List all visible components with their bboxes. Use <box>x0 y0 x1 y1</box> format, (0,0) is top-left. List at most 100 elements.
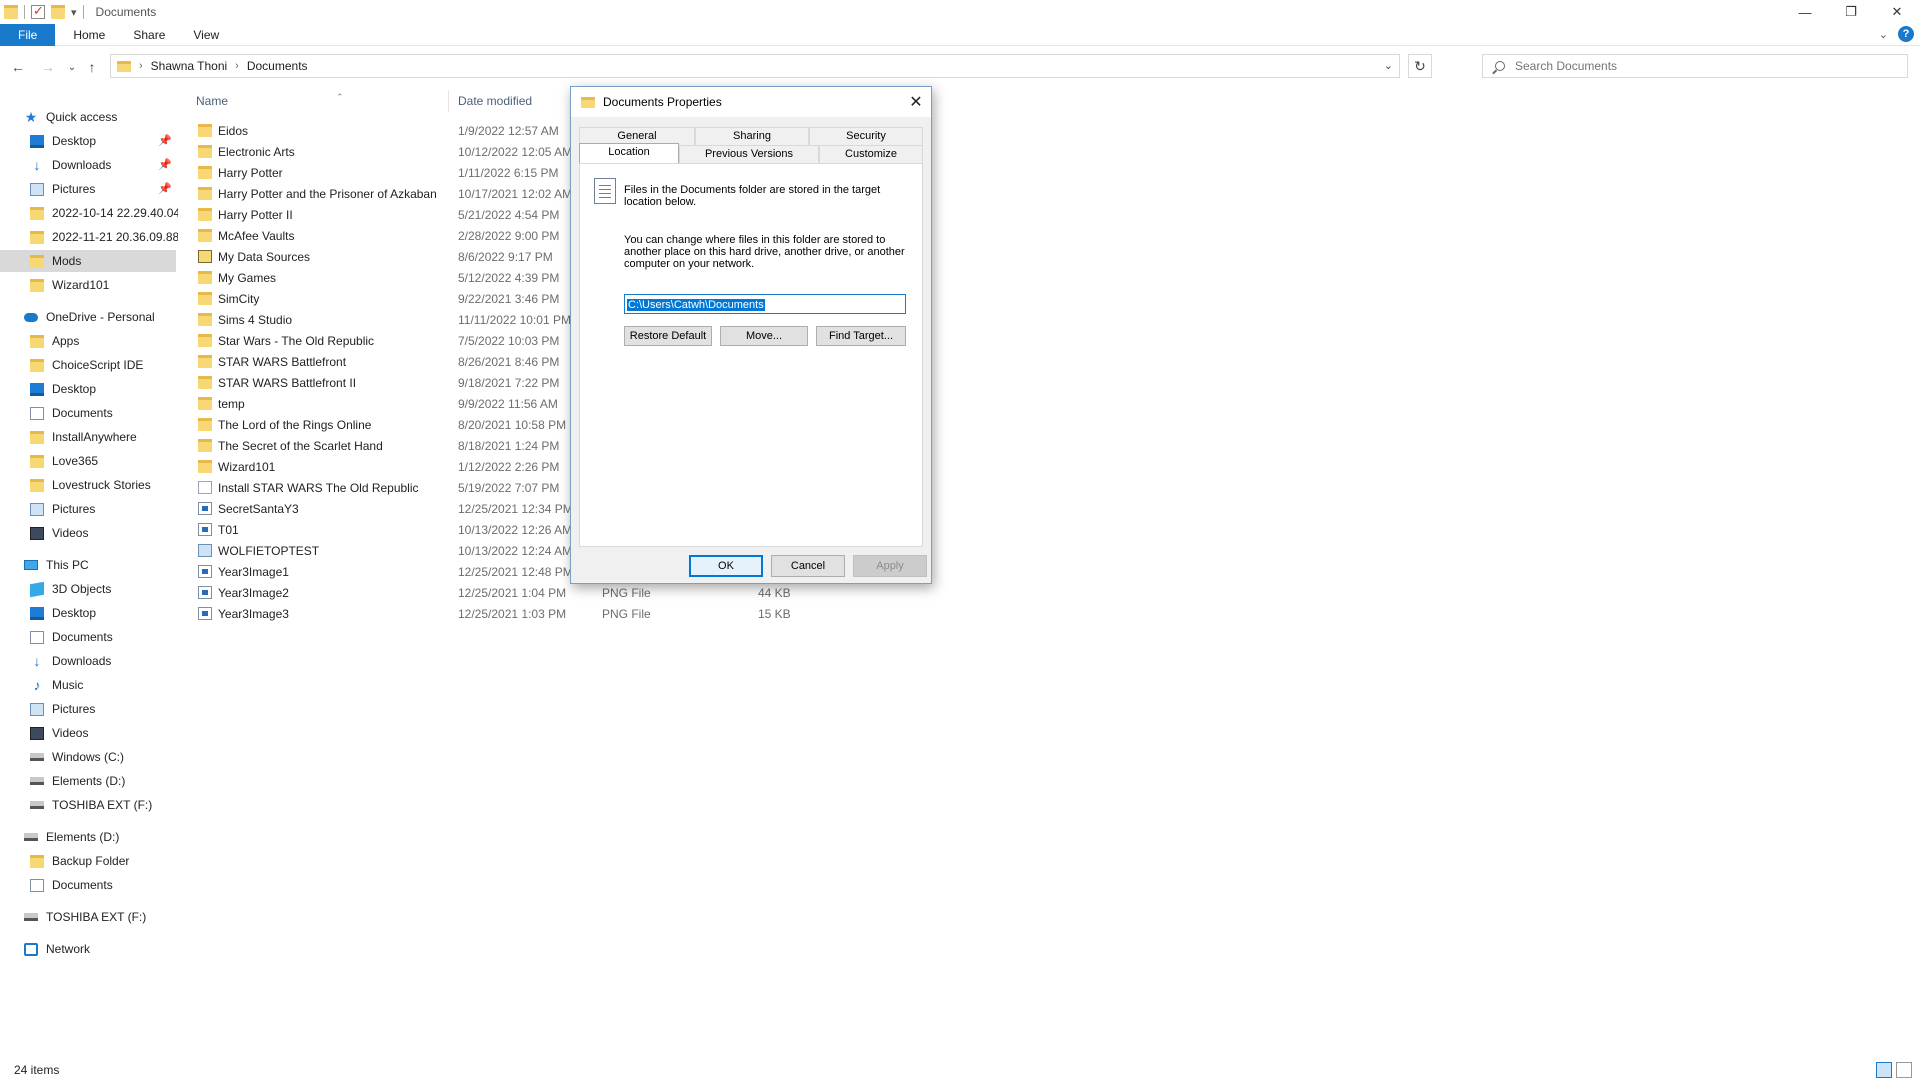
sidebar-item-onedrive-documents[interactable]: Documents <box>30 402 178 424</box>
table-row[interactable]: My Games 5/12/2022 4:39 PM <box>178 267 1920 288</box>
table-row[interactable]: Harry Potter 1/11/2022 6:15 PM <box>178 162 1920 183</box>
table-row[interactable]: T01 10/13/2022 12:26 AM <box>178 519 1920 540</box>
sidebar-item-love365[interactable]: Love365 <box>30 450 178 472</box>
table-row[interactable]: Eidos 1/9/2022 12:57 AM <box>178 120 1920 141</box>
breadcrumb-chevron-icon[interactable]: › <box>139 60 143 72</box>
sidebar-item-network[interactable]: Network <box>24 938 178 960</box>
sidebar-item-onedrive-videos[interactable]: Videos <box>30 522 178 544</box>
table-row[interactable]: Star Wars - The Old Republic 7/5/2022 10:… <box>178 330 1920 351</box>
sidebar-item-pc-desktop[interactable]: Desktop <box>30 602 178 624</box>
sidebar-item-pc-downloads[interactable]: ↓ Downloads <box>30 650 178 672</box>
refresh-button[interactable]: ↻ <box>1408 54 1432 78</box>
address-dropdown-chevron-icon[interactable]: ⌄ <box>1384 59 1393 72</box>
sidebar-item-pc-videos[interactable]: Videos <box>30 722 178 744</box>
new-folder-icon[interactable] <box>51 5 65 19</box>
expand-ribbon-chevron-icon[interactable]: ⌄ <box>1879 28 1888 41</box>
properties-icon[interactable] <box>31 3 45 19</box>
close-button[interactable]: ✕ <box>1874 0 1920 24</box>
tab-home[interactable]: Home <box>59 24 119 46</box>
table-row[interactable]: The Lord of the Rings Online 8/20/2021 10… <box>178 414 1920 435</box>
sidebar-item-quick-access[interactable]: ★ Quick access <box>24 106 174 128</box>
sidebar-item-pictures[interactable]: Pictures 📌 <box>30 178 178 200</box>
breadcrumb-documents[interactable]: Documents <box>247 59 308 73</box>
column-divider[interactable] <box>448 90 449 112</box>
restore-default-button[interactable]: Restore Default <box>624 326 712 346</box>
tab-previous-versions[interactable]: Previous Versions <box>679 145 819 163</box>
table-row[interactable]: Harry Potter II 5/21/2022 4:54 PM <box>178 204 1920 225</box>
sidebar-item-music[interactable]: ♪ Music <box>30 674 178 696</box>
table-row[interactable]: temp 9/9/2022 11:56 AM <box>178 393 1920 414</box>
sidebar-item-onedrive-pictures[interactable]: Pictures <box>30 498 178 520</box>
table-row[interactable]: SimCity 9/22/2021 3:46 PM <box>178 288 1920 309</box>
sidebar-item-toshiba-f[interactable]: TOSHIBA EXT (F:) <box>30 794 178 816</box>
address-bar[interactable]: › Shawna Thoni › Documents ⌄ <box>110 54 1400 78</box>
location-path-input[interactable]: C:\Users\Catwh\Documents <box>624 294 906 314</box>
sidebar-item-folder-2022-10-14[interactable]: 2022-10-14 22.29.40.046 <box>30 202 178 224</box>
sidebar-item-choicescript-ide[interactable]: ChoiceScript IDE <box>30 354 178 376</box>
table-row[interactable]: Year3Image3 12/25/2021 1:03 PM PNG File 15 … <box>178 603 1920 624</box>
sidebar-item-windows-c[interactable]: Windows (C:) <box>30 746 178 768</box>
sidebar-item-onedrive[interactable]: OneDrive - Personal <box>24 306 178 328</box>
maximize-button[interactable]: ❐ <box>1828 0 1874 24</box>
tab-view[interactable]: View <box>179 24 233 46</box>
table-row[interactable]: Install STAR WARS The Old Republic 5/19/2… <box>178 477 1920 498</box>
help-icon[interactable]: ? <box>1898 26 1914 42</box>
up-arrow-icon[interactable]: ↑ <box>80 55 104 79</box>
large-icons-view-icon[interactable] <box>1896 1062 1912 1078</box>
table-row[interactable]: My Data Sources 8/6/2022 9:17 PM <box>178 246 1920 267</box>
minimize-button[interactable]: — <box>1782 0 1828 24</box>
table-row[interactable]: Year3Image1 12/25/2021 12:48 PM <box>178 561 1920 582</box>
sidebar-item-onedrive-desktop[interactable]: Desktop <box>30 378 178 400</box>
sidebar-item-3d-objects[interactable]: 3D Objects <box>30 578 178 600</box>
table-row[interactable]: STAR WARS Battlefront 8/26/2021 8:46 PM <box>178 351 1920 372</box>
table-row[interactable]: STAR WARS Battlefront II 9/18/2021 7:22 P… <box>178 372 1920 393</box>
dialog-close-icon[interactable]: ✕ <box>901 87 931 117</box>
tab-customize[interactable]: Customize <box>819 145 923 163</box>
sidebar-item-elements-d-root[interactable]: Elements (D:) <box>24 826 178 848</box>
table-row[interactable]: Year3Image2 12/25/2021 1:04 PM PNG File 44 … <box>178 582 1920 603</box>
tab-file[interactable]: File <box>0 23 56 46</box>
sidebar-item-installanywhere[interactable]: InstallAnywhere <box>30 426 178 448</box>
tab-share[interactable]: Share <box>119 24 179 46</box>
sidebar-item-pc-documents[interactable]: Documents <box>30 626 178 648</box>
tab-location[interactable]: Location <box>579 143 679 163</box>
details-view-icon[interactable] <box>1876 1062 1892 1078</box>
sidebar-item-elements-d[interactable]: Elements (D:) <box>30 770 178 792</box>
table-row[interactable]: McAfee Vaults 2/28/2022 9:00 PM <box>178 225 1920 246</box>
back-arrow-icon[interactable]: ← <box>6 55 30 79</box>
sidebar-item-wizard101[interactable]: Wizard101 <box>30 274 178 296</box>
search-box[interactable] <box>1482 54 1908 78</box>
sidebar-item-elements-documents[interactable]: Documents <box>30 874 178 896</box>
ok-button[interactable]: OK <box>689 555 763 577</box>
table-row[interactable]: WOLFIETOPTEST 10/13/2022 12:24 AM <box>178 540 1920 561</box>
sidebar-item-mods[interactable]: Mods <box>0 250 176 272</box>
breadcrumb-chevron-icon[interactable]: › <box>235 60 239 72</box>
column-header-name[interactable]: Name ⌃ <box>196 92 344 108</box>
sidebar-item-lovestruck-stories[interactable]: Lovestruck Stories <box>30 474 178 496</box>
tab-security[interactable]: Security <box>809 127 923 145</box>
search-input[interactable] <box>1515 59 1875 73</box>
sidebar-item-backup-folder[interactable]: Backup Folder <box>30 850 178 872</box>
sidebar-item-desktop[interactable]: Desktop 📌 <box>30 130 178 152</box>
table-row[interactable]: The Secret of the Scarlet Hand 8/18/2021 … <box>178 435 1920 456</box>
move-button[interactable]: Move... <box>720 326 808 346</box>
apply-button[interactable]: Apply <box>853 555 927 577</box>
table-row[interactable]: Harry Potter and the Prisoner of Azkaban… <box>178 183 1920 204</box>
column-header-date-modified[interactable]: Date modified <box>458 94 532 108</box>
sidebar-item-downloads[interactable]: ↓ Downloads 📌 <box>30 154 178 176</box>
table-row[interactable]: Electronic Arts 10/12/2022 12:05 AM <box>178 141 1920 162</box>
find-target-button[interactable]: Find Target... <box>816 326 906 346</box>
table-row[interactable]: Sims 4 Studio 11/11/2022 10:01 PM <box>178 309 1920 330</box>
cancel-button[interactable]: Cancel <box>771 555 845 577</box>
breadcrumb-shawna-thoni[interactable]: Shawna Thoni <box>151 59 228 73</box>
tab-sharing[interactable]: Sharing <box>695 127 809 145</box>
sidebar-item-folder-2022-11-21[interactable]: 2022-11-21 20.36.09.888 <box>30 226 178 248</box>
forward-arrow-icon[interactable]: → <box>36 55 60 79</box>
sidebar-item-pc-pictures[interactable]: Pictures <box>30 698 178 720</box>
table-row[interactable]: Wizard101 1/12/2022 2:26 PM <box>178 456 1920 477</box>
sidebar-item-this-pc[interactable]: This PC <box>24 554 178 576</box>
customize-toolbar-chevron-icon[interactable]: ▾ <box>71 6 77 19</box>
sidebar-item-toshiba-f-root[interactable]: TOSHIBA EXT (F:) <box>24 906 178 928</box>
table-row[interactable]: SecretSantaY3 12/25/2021 12:34 PM <box>178 498 1920 519</box>
sidebar-item-apps[interactable]: Apps <box>30 330 178 352</box>
